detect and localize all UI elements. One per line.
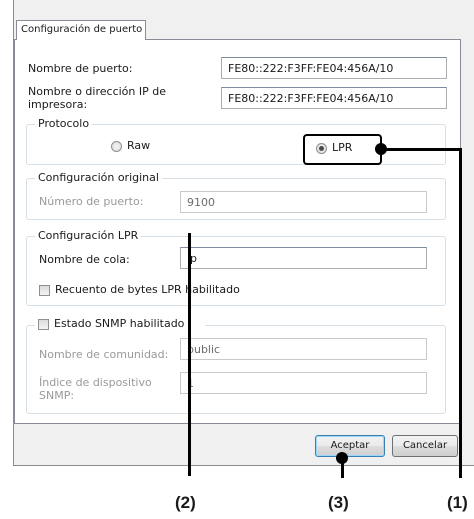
callout-label-1: (1) bbox=[447, 493, 468, 512]
raw-label: Raw bbox=[127, 139, 151, 152]
printer-address-label: Nombre o dirección IP de impresora: bbox=[28, 85, 166, 111]
lpr-radio[interactable] bbox=[316, 143, 327, 154]
callout-dot-3 bbox=[336, 452, 348, 464]
port-number-field[interactable]: 9100 bbox=[180, 191, 427, 213]
byte-count-label: Recuento de bytes LPR habilitado bbox=[55, 283, 240, 296]
cancel-button[interactable]: Cancelar bbox=[392, 435, 458, 457]
device-index-label: Índice de dispositivo SNMP: bbox=[39, 376, 152, 402]
community-name-label: Nombre de comunidad: bbox=[39, 348, 169, 361]
raw-settings-title: Configuración original bbox=[35, 171, 162, 184]
lpr-label: LPR bbox=[332, 141, 353, 154]
callout-label-3: (3) bbox=[328, 493, 349, 512]
queue-name-label: Nombre de cola: bbox=[39, 253, 130, 266]
callout-line-2 bbox=[188, 233, 191, 476]
byte-count-checkbox[interactable] bbox=[39, 285, 50, 296]
callout-dot-1 bbox=[375, 143, 387, 155]
community-name-field[interactable]: public bbox=[180, 338, 427, 360]
port-number-label: Número de puerto: bbox=[39, 195, 144, 208]
callout-line-1-vertical bbox=[459, 148, 462, 478]
lpr-settings-title: Configuración LPR bbox=[35, 229, 142, 242]
ok-button[interactable]: Aceptar bbox=[315, 435, 385, 457]
callout-line-1-horizontal bbox=[380, 148, 462, 151]
snmp-enabled-label: Estado SNMP habilitado bbox=[54, 317, 185, 330]
port-name-label: Nombre de puerto: bbox=[28, 62, 133, 75]
raw-radio[interactable] bbox=[111, 141, 122, 152]
snmp-enabled-checkbox[interactable] bbox=[38, 319, 49, 330]
printer-address-field[interactable]: FE80::222:F3FF:FE04:456A/10 bbox=[221, 87, 447, 109]
snmp-group-header: Estado SNMP habilitado bbox=[35, 316, 205, 332]
tab-panel: Nombre de puerto: FE80::222:F3FF:FE04:45… bbox=[14, 39, 461, 424]
device-index-field[interactable]: 1 bbox=[180, 372, 427, 394]
protocol-group-title: Protocolo bbox=[35, 117, 93, 130]
callout-label-2: (2) bbox=[175, 493, 196, 512]
port-name-field[interactable]: FE80::222:F3FF:FE04:456A/10 bbox=[221, 57, 447, 79]
queue-name-field[interactable]: lp bbox=[180, 247, 427, 269]
tab-port-configuration[interactable]: Configuración de puerto bbox=[16, 20, 146, 40]
